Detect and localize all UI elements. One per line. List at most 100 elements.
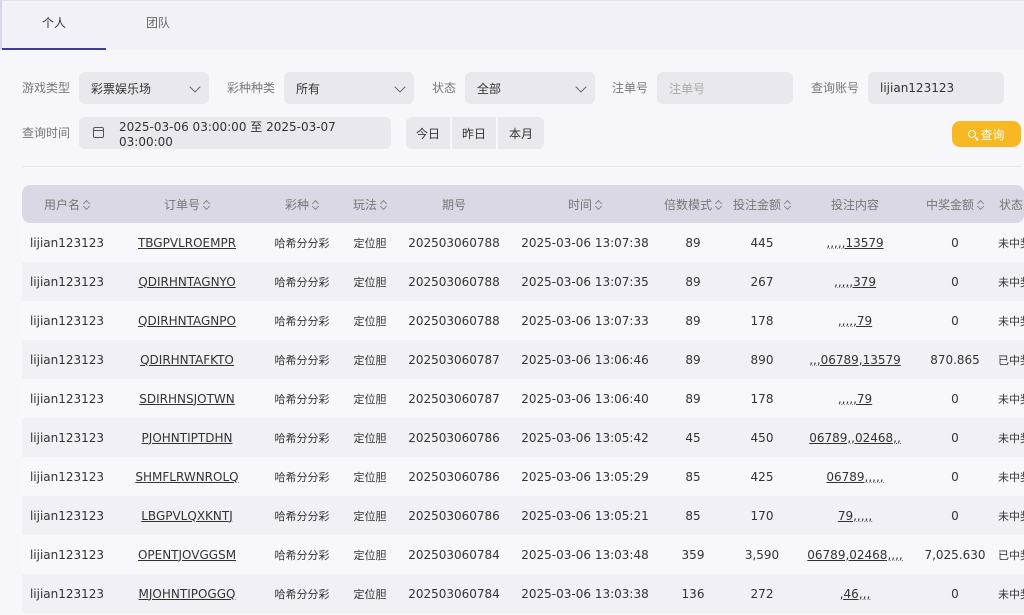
- bet-content-link[interactable]: ,,,,,79: [838, 392, 872, 406]
- today-button[interactable]: 今日: [406, 117, 450, 149]
- cell-order-no[interactable]: QDIRHNTAGNYO: [112, 262, 262, 301]
- cell-win-amount-text: 0: [951, 235, 959, 250]
- col-username[interactable]: 用户名: [22, 185, 112, 223]
- tabs-bar: 个人 团队: [0, 0, 1024, 51]
- bet-content-link[interactable]: 79,,,,,: [838, 509, 872, 523]
- cell-lottery: 哈希分分彩: [262, 496, 342, 535]
- order-link[interactable]: PJOHNTIPTDHN: [142, 431, 233, 445]
- cell-username-text: lijian123123: [29, 547, 105, 562]
- cell-lottery-text: 哈希分分彩: [274, 314, 330, 328]
- cell-time: 2025-03-06 13:06:46: [510, 340, 660, 379]
- cell-bet-amount: 272: [726, 574, 798, 613]
- cell-bet-content[interactable]: ,,,06789,13579: [798, 340, 912, 379]
- cell-bet-content[interactable]: ,,,,,79: [798, 379, 912, 418]
- col-play[interactable]: 玩法: [342, 185, 398, 223]
- status-value: 全部: [477, 81, 502, 96]
- col-multiplier[interactable]: 倍数模式: [660, 185, 726, 223]
- date-range-picker[interactable]: 2025-03-06 03:00:00 至 2025-03-07 03:00:0…: [79, 117, 391, 149]
- divider: [22, 166, 1022, 167]
- cell-lottery-text: 哈希分分彩: [274, 275, 330, 289]
- bet-content-link[interactable]: 06789,02468,,,,: [807, 548, 902, 562]
- cell-bet-content[interactable]: ,,,,,79: [798, 301, 912, 340]
- cell-status: 已中奖: [998, 340, 1024, 379]
- bet-content-link[interactable]: ,,,,,13579: [826, 236, 883, 250]
- yesterday-button[interactable]: 昨日: [452, 117, 496, 149]
- cell-order-no[interactable]: QDIRHNTAGNPO: [112, 301, 262, 340]
- tab-team[interactable]: 团队: [106, 1, 210, 51]
- sort-icon: [380, 200, 387, 210]
- col-order-no[interactable]: 订单号: [112, 185, 262, 223]
- cell-time: 2025-03-06 13:07:38: [510, 223, 660, 262]
- bet-content-link[interactable]: ,,,06789,13579: [809, 353, 901, 367]
- bet-content-link[interactable]: 06789,,02468,,: [809, 431, 901, 445]
- cell-bet-amount: 178: [726, 301, 798, 340]
- bet-content-link[interactable]: 06789,,,,,: [826, 470, 883, 484]
- cell-status-text: 未中奖: [998, 236, 1024, 250]
- cell-time-text: 2025-03-06 13:06:46: [521, 352, 649, 367]
- bet-content-link[interactable]: ,,,,,79: [838, 314, 872, 328]
- cell-bet-content[interactable]: 06789,,02468,,: [798, 418, 912, 457]
- cell-play-text: 定位胆: [353, 509, 387, 523]
- cell-status: 未中奖: [998, 379, 1024, 418]
- cell-order-no[interactable]: OPENTJOVGGSM: [112, 535, 262, 574]
- this-month-button[interactable]: 本月: [498, 117, 544, 149]
- order-no-input[interactable]: 注单号: [657, 72, 793, 104]
- cell-order-no[interactable]: MJOHNTIPOGGQ: [112, 574, 262, 613]
- bet-content-link[interactable]: ,46,,,: [840, 587, 871, 601]
- cell-bet-content[interactable]: 06789,,,,,: [798, 457, 912, 496]
- cell-time: 2025-03-06 13:03:48: [510, 535, 660, 574]
- table-row: lijian123123 SHMFLRWNROLQ 哈希分分彩 定位胆 20250306…: [22, 457, 1024, 496]
- cell-bet-content[interactable]: ,46,,,: [798, 574, 912, 613]
- col-time[interactable]: 时间: [510, 185, 660, 223]
- cell-time-text: 2025-03-06 13:07:33: [521, 313, 649, 328]
- order-link[interactable]: MJOHNTIPOGGQ: [139, 587, 236, 601]
- col-win-amount[interactable]: 中奖金额: [912, 185, 998, 223]
- col-lottery[interactable]: 彩种: [262, 185, 342, 223]
- col-bet-amount[interactable]: 投注金额: [726, 185, 798, 223]
- search-button[interactable]: 查询: [952, 121, 1021, 147]
- order-link[interactable]: SHMFLRWNROLQ: [135, 470, 238, 484]
- tab-personal[interactable]: 个人: [2, 1, 106, 51]
- chevron-down-icon: [189, 81, 201, 93]
- cell-bet-content[interactable]: 06789,02468,,,,: [798, 535, 912, 574]
- game-type-select[interactable]: 彩票娱乐场: [79, 72, 209, 104]
- cell-order-no[interactable]: TBGPVLROEMPR: [112, 223, 262, 262]
- order-link[interactable]: SDIRHNSJOTWN: [139, 392, 235, 406]
- order-link[interactable]: TBGPVLROEMPR: [138, 236, 236, 250]
- cell-play-text: 定位胆: [353, 587, 387, 601]
- order-link[interactable]: QDIRHNTAFKTO: [140, 353, 234, 367]
- cell-bet-amount: 445: [726, 223, 798, 262]
- bet-content-link[interactable]: ,,,,,379: [834, 275, 876, 289]
- cell-order-no[interactable]: LBGPVLQXKNTJ: [112, 496, 262, 535]
- cell-time-text: 2025-03-06 13:07:38: [521, 235, 649, 250]
- lottery-kind-value: 所有: [296, 81, 321, 96]
- cell-period-text: 202503060784: [408, 547, 500, 562]
- cell-order-no[interactable]: SHMFLRWNROLQ: [112, 457, 262, 496]
- cell-multiplier-text: 89: [685, 391, 701, 406]
- status-select[interactable]: 全部: [465, 72, 595, 104]
- cell-lottery: 哈希分分彩: [262, 574, 342, 613]
- cell-bet-content[interactable]: ,,,,,13579: [798, 223, 912, 262]
- cell-order-no[interactable]: QDIRHNTAFKTO: [112, 340, 262, 379]
- sort-icon: [715, 200, 722, 210]
- lottery-kind-select[interactable]: 所有: [284, 72, 414, 104]
- table-row: lijian123123 SDIRHNSJOTWN 哈希分分彩 定位胆 20250306…: [22, 379, 1024, 418]
- cell-period-text: 202503060786: [408, 469, 500, 484]
- order-link[interactable]: OPENTJOVGGSM: [138, 548, 236, 562]
- cell-username: lijian123123: [22, 223, 112, 262]
- cell-win-amount: 0: [912, 223, 998, 262]
- cell-bet-content[interactable]: ,,,,,379: [798, 262, 912, 301]
- cell-win-amount: 0: [912, 262, 998, 301]
- cell-order-no[interactable]: PJOHNTIPTDHN: [112, 418, 262, 457]
- order-link[interactable]: QDIRHNTAGNPO: [138, 314, 236, 328]
- order-link[interactable]: LBGPVLQXKNTJ: [141, 509, 233, 523]
- cell-order-no[interactable]: SDIRHNSJOTWN: [112, 379, 262, 418]
- cell-lottery: 哈希分分彩: [262, 418, 342, 457]
- col-status: 状态: [998, 197, 1023, 212]
- cell-bet-content[interactable]: 79,,,,,: [798, 496, 912, 535]
- sort-icon: [312, 200, 319, 210]
- cell-time: 2025-03-06 13:05:21: [510, 496, 660, 535]
- account-input[interactable]: lijian123123: [868, 72, 1004, 104]
- order-link[interactable]: QDIRHNTAGNYO: [138, 275, 235, 289]
- cell-status: 未中奖: [998, 223, 1024, 262]
